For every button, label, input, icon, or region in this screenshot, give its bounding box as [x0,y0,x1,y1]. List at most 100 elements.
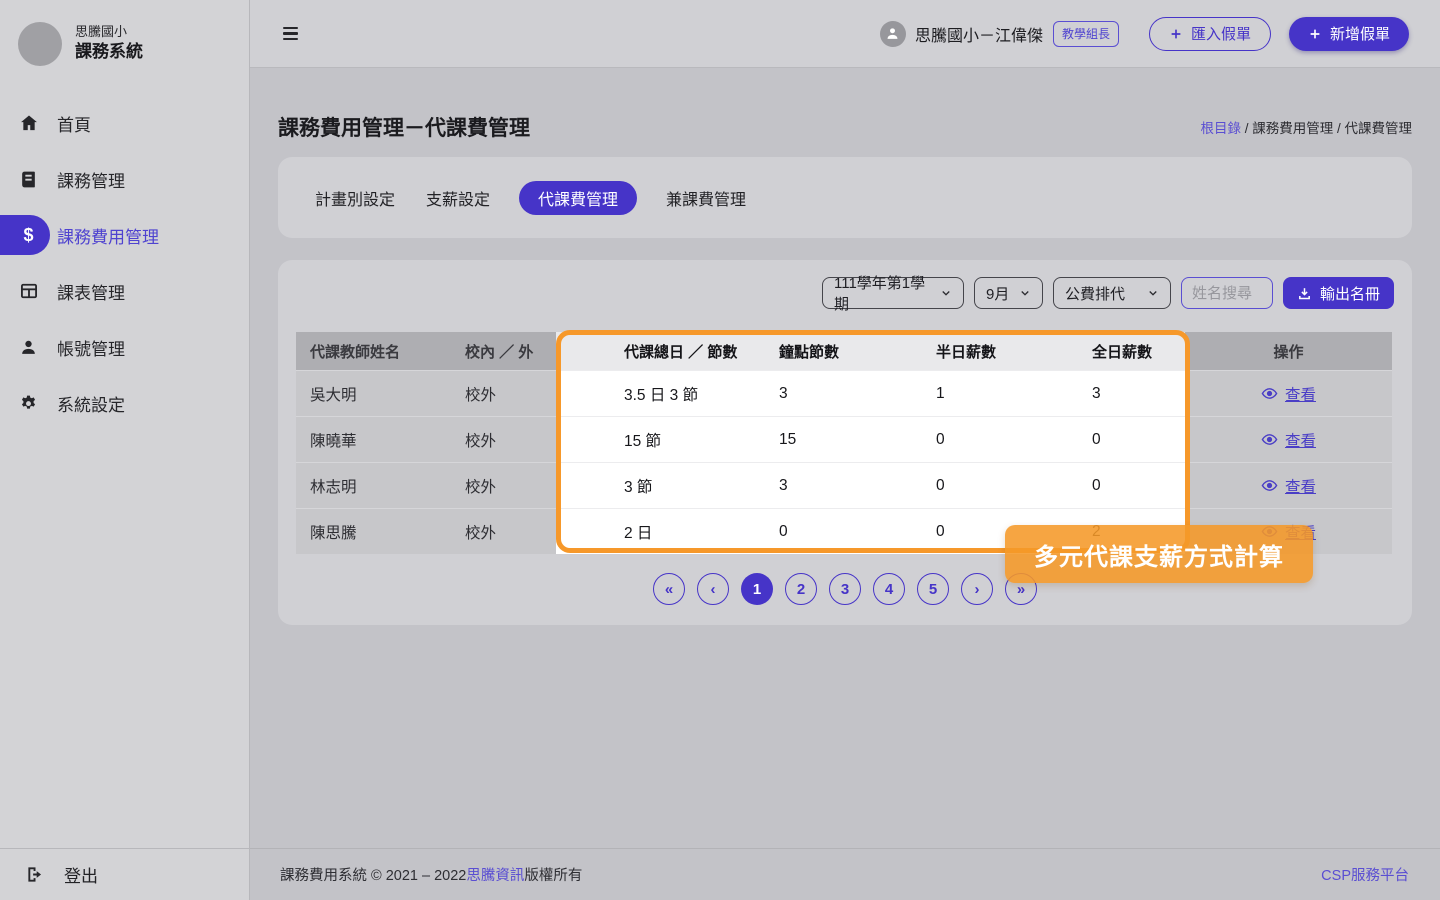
cell-hourly-periods: 0 [761,508,918,554]
logout-icon [26,865,45,884]
tab-pay-settings[interactable]: 支薪設定 [424,186,492,210]
sidebar-item-course-fee-management[interactable]: $ 課務費用管理 [0,207,249,263]
page-4-button[interactable]: 4 [873,573,905,605]
sidebar-item-home[interactable]: 首頁 [0,95,249,151]
next-page-button[interactable]: › [961,573,993,605]
breadcrumb: 根目錄 / 課務費用管理 / 代課費管理 [1200,117,1412,137]
table-row: 林志明 校外 3 節 3 0 0 查看 [296,462,1392,508]
cell-internal-external: 校外 [451,462,556,508]
content-area: 課務費用管理－代課費管理 根目錄 / 課務費用管理 / 代課費管理 計畫別設定 … [250,68,1440,848]
sidebar-item-timetable-management[interactable]: 課表管理 [0,263,249,319]
cell-hourly-periods: 3 [761,370,918,416]
school-name: 思騰國小 [75,23,143,41]
vendor-link[interactable]: 思騰資訊 [466,864,524,885]
plus-icon [1308,27,1322,41]
page-title: 課務費用管理－代課費管理 [278,112,530,142]
table-icon [0,281,57,301]
gear-icon [0,394,57,413]
eye-icon [1261,385,1278,402]
semester-select[interactable]: 111學年第1學期 [822,277,964,309]
tab-substitute-fee[interactable]: 代課費管理 [519,181,637,215]
table-row: 陳曉華 校外 15 節 15 0 0 查看 [296,416,1392,462]
dollar-icon: $ [0,225,57,246]
table-row: 吳大明 校外 3.5 日 3 節 3 1 3 查看 [296,370,1392,416]
breadcrumb-root-link[interactable]: 根目錄 [1200,121,1241,136]
sidebar-item-label: 帳號管理 [57,335,125,360]
add-leave-button[interactable]: 新增假單 [1289,17,1409,51]
feature-callout: 多元代課支薪方式計算 [1005,525,1313,583]
cell-total-days-periods: 3.5 日 3 節 [556,370,761,416]
csp-platform-link[interactable]: CSP服務平台 [1321,864,1409,885]
sidebar-header: 思騰國小 課務系統 [0,0,249,75]
tab-parttime-fee[interactable]: 兼課費管理 [664,186,748,210]
logout-button[interactable]: 登出 [0,848,249,900]
cell-half-day-pay: 0 [918,416,1074,462]
user-avatar [880,21,906,47]
tab-plan-settings[interactable]: 計畫別設定 [313,186,397,210]
cell-teacher-name: 陳思騰 [296,508,451,554]
app-name: 課務系統 [75,41,143,64]
chevron-down-icon [1147,287,1159,299]
cell-hourly-periods: 15 [761,416,918,462]
eye-icon [1261,431,1278,448]
cell-teacher-name: 吳大明 [296,370,451,416]
plus-icon [1169,27,1183,41]
col-header-hourly-periods: 鐘點節數 [761,332,918,370]
user-icon [0,338,57,357]
view-link[interactable]: 查看 [1261,383,1316,405]
eye-icon [1261,477,1278,494]
cell-total-days-periods: 3 節 [556,462,761,508]
copyright-suffix: 版權所有 [524,864,582,885]
sidebar-item-course-management[interactable]: 課務管理 [0,151,249,207]
page-5-button[interactable]: 5 [917,573,949,605]
menu-toggle-icon[interactable] [283,27,298,41]
substitute-fee-table: 代課教師姓名 校內 ／ 外 代課總日 ／ 節數 鐘點節數 半日薪數 全日薪數 操… [296,332,1392,554]
topbar: 思騰國小－江偉傑 教學組長 匯入假單 新增假單 [250,0,1440,68]
import-leave-button[interactable]: 匯入假單 [1149,17,1271,51]
col-header-full-day-pay: 全日薪數 [1074,332,1185,370]
footer: 課務費用系統 © 2021 – 2022 思騰資訊 版權所有 CSP服務平台 [250,848,1440,900]
cell-internal-external: 校外 [451,416,556,462]
sidebar-nav: 首頁 課務管理 $ 課務費用管理 課表管理 [0,95,249,848]
book-icon [0,170,57,189]
cell-teacher-name: 陳曉華 [296,416,451,462]
sidebar-item-label: 課務管理 [57,167,125,192]
view-link[interactable]: 查看 [1261,475,1316,497]
chevron-down-icon [940,287,952,299]
col-header-actions: 操作 [1185,332,1392,370]
view-link[interactable]: 查看 [1261,429,1316,451]
cell-full-day-pay: 0 [1074,416,1185,462]
sidebar-item-system-settings[interactable]: 系統設定 [0,375,249,431]
cell-hourly-periods: 3 [761,462,918,508]
prev-page-button[interactable]: ‹ [697,573,729,605]
export-roster-button[interactable]: 輸出名冊 [1283,277,1394,309]
col-header-total-days-periods: 代課總日 ／ 節數 [556,332,761,370]
cell-internal-external: 校外 [451,370,556,416]
page-2-button[interactable]: 2 [785,573,817,605]
sidebar-item-label: 系統設定 [57,391,125,416]
pay-type-select[interactable]: 公費排代 [1053,277,1171,309]
first-page-button[interactable]: « [653,573,685,605]
cell-full-day-pay: 3 [1074,370,1185,416]
page-3-button[interactable]: 3 [829,573,861,605]
chevron-down-icon [1019,287,1031,299]
cell-half-day-pay: 1 [918,370,1074,416]
cell-internal-external: 校外 [451,508,556,554]
tabs-bar: 計畫別設定 支薪設定 代課費管理 兼課費管理 [278,157,1412,238]
main-area: 思騰國小－江偉傑 教學組長 匯入假單 新增假單 課務費用管理－代課費管理 根目錄… [250,0,1440,900]
filter-bar: 111學年第1學期 9月 公費排代 輸出名冊 [296,277,1394,309]
col-header-half-day-pay: 半日薪數 [918,332,1074,370]
sidebar: 思騰國小 課務系統 首頁 課務管理 $ 課務費用管理 [0,0,250,900]
cell-full-day-pay: 0 [1074,462,1185,508]
sidebar-item-label: 首頁 [57,111,91,136]
sidebar-item-account-management[interactable]: 帳號管理 [0,319,249,375]
month-select[interactable]: 9月 [974,277,1043,309]
cell-teacher-name: 林志明 [296,462,451,508]
col-header-teacher: 代課教師姓名 [296,332,451,370]
cell-half-day-pay: 0 [918,462,1074,508]
page-1-button[interactable]: 1 [741,573,773,605]
copyright-text: 課務費用系統 © 2021 – 2022 [280,864,466,885]
sidebar-item-label: 課務費用管理 [57,223,159,248]
logout-label: 登出 [64,862,98,887]
name-search-input[interactable] [1181,277,1273,309]
